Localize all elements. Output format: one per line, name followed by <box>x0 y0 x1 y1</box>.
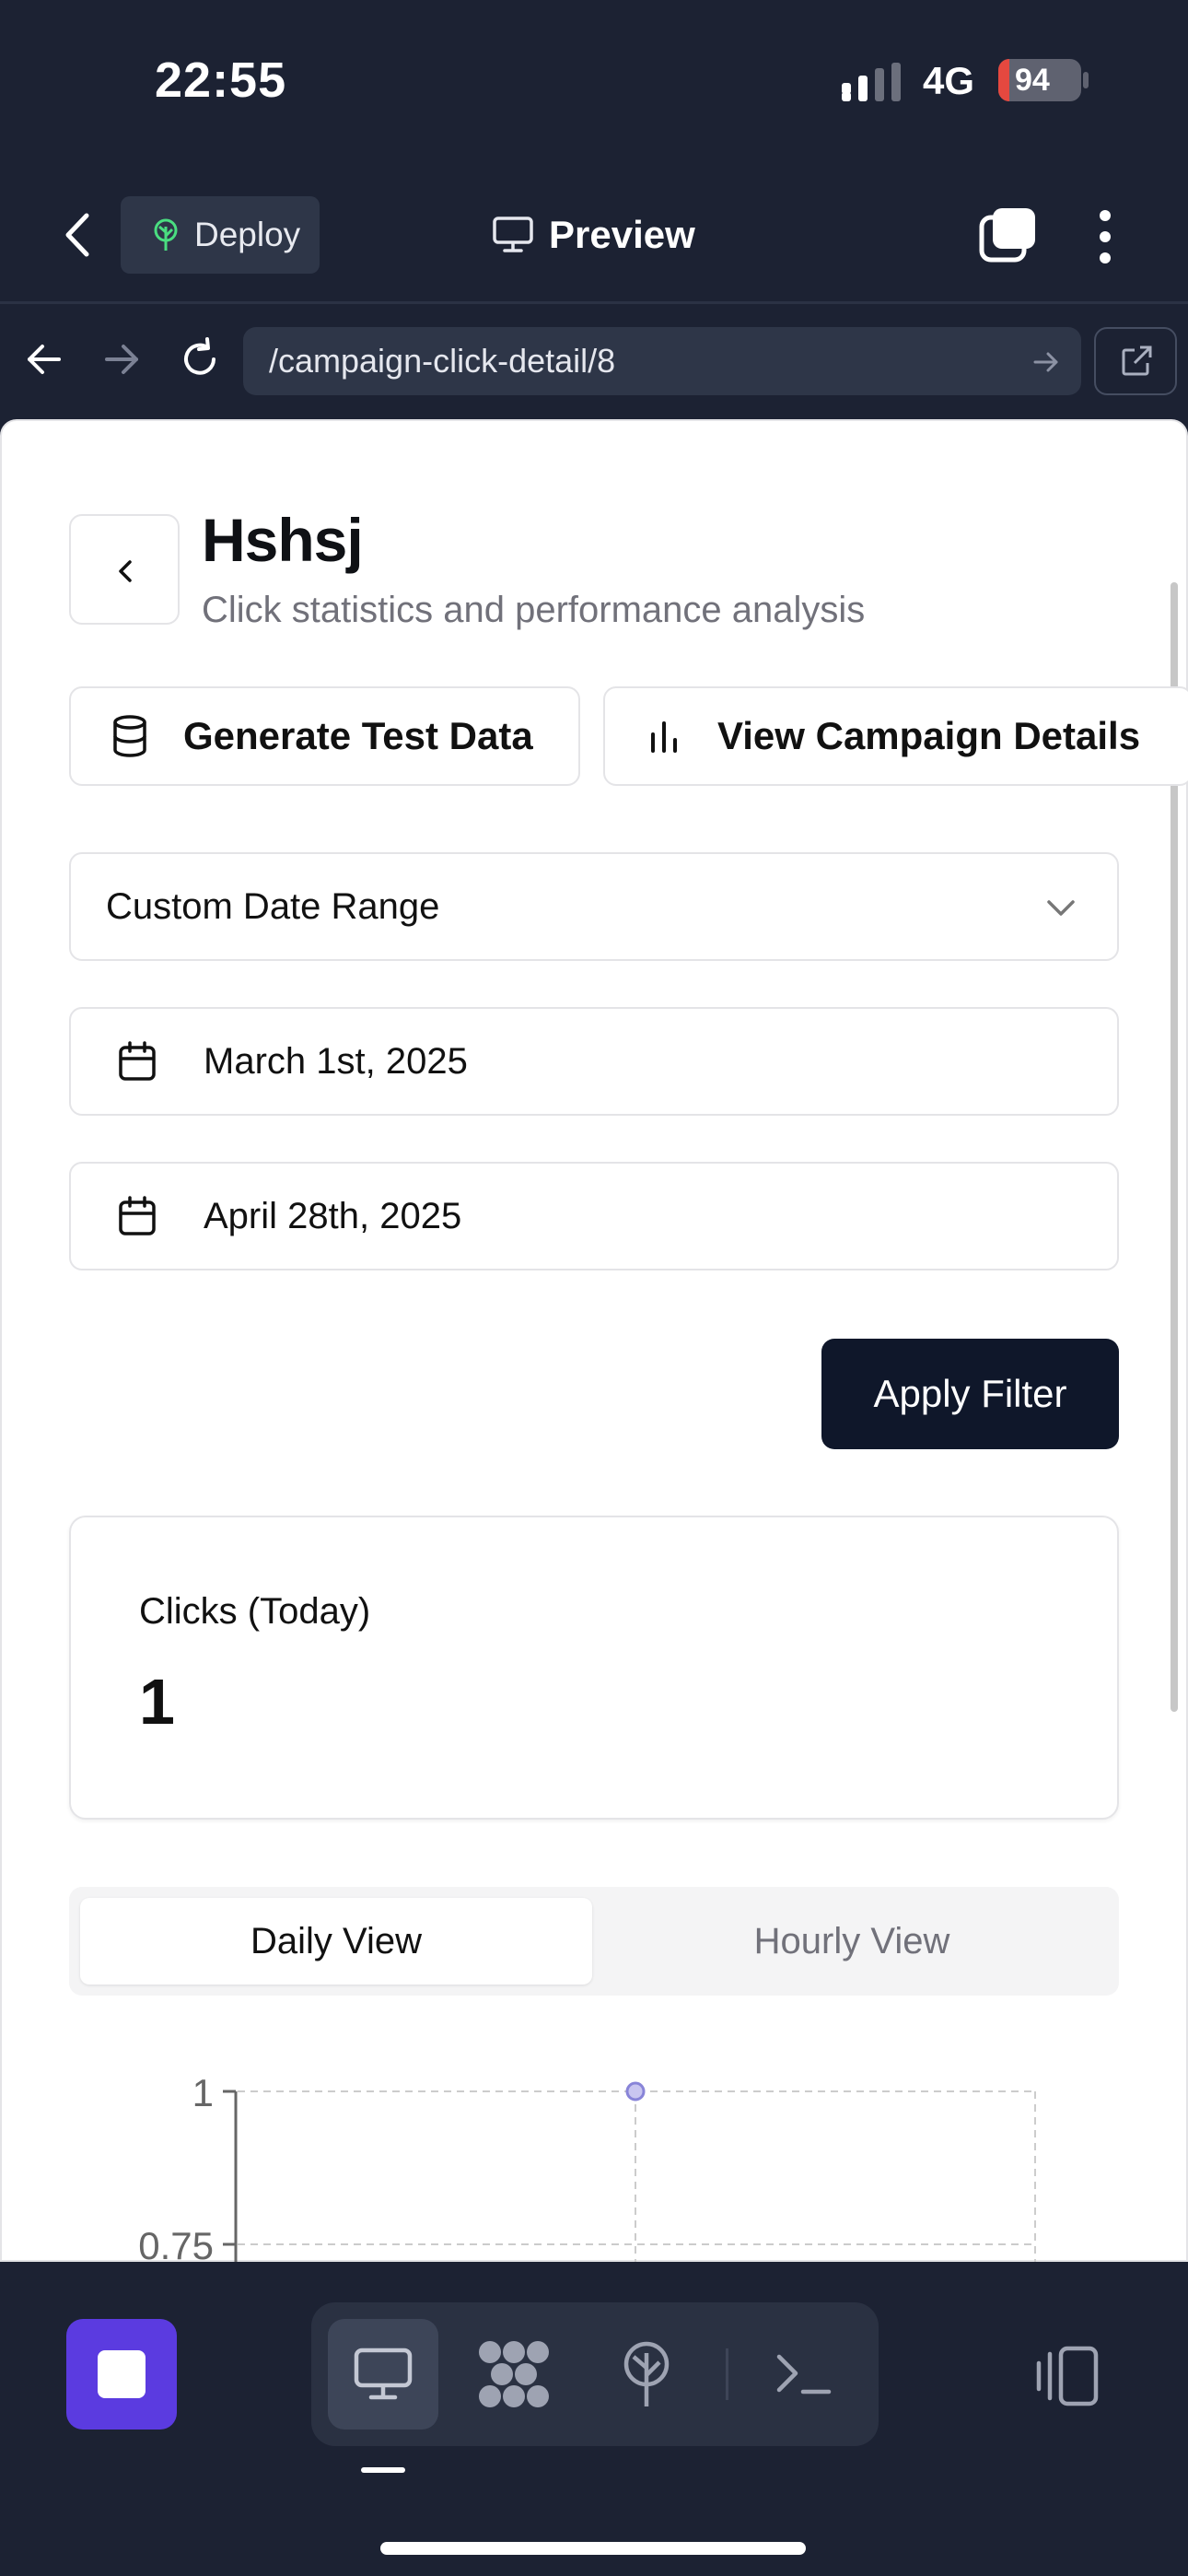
tool-preview[interactable] <box>328 2319 438 2430</box>
browser-forward-icon[interactable] <box>98 336 144 382</box>
tab-daily-view[interactable]: Daily View <box>80 1898 592 1985</box>
external-link-icon <box>1122 345 1152 376</box>
url-go-arrow-icon[interactable] <box>1031 347 1061 377</box>
tool-separator <box>726 2348 728 2400</box>
generate-test-data-label: Generate Test Data <box>183 714 533 757</box>
stat-value: 1 <box>139 1666 175 1738</box>
apply-filter-button[interactable]: Apply Filter <box>821 1339 1119 1449</box>
date-range-select[interactable]: Custom Date Range <box>69 852 1119 961</box>
battery-icon: 94 <box>998 59 1081 101</box>
bar-chart-icon <box>651 721 677 753</box>
monitor-icon <box>493 217 533 252</box>
database-icon <box>113 715 146 757</box>
preview-title: Preview <box>492 203 695 267</box>
battery-level: 94 <box>1015 63 1050 98</box>
page-title: Hshsj <box>202 506 364 574</box>
back-chevron-icon[interactable] <box>57 205 98 265</box>
app-header: Deploy Preview <box>0 166 1188 304</box>
terminal-icon <box>776 2354 832 2395</box>
page-back-button[interactable] <box>69 514 180 625</box>
browser-bar: /campaign-click-detail/8 <box>0 307 1188 416</box>
device-toggle-icon[interactable] <box>1030 2339 1103 2413</box>
monitor-icon <box>354 2348 413 2400</box>
stop-square-icon <box>98 2350 146 2398</box>
preview-label: Preview <box>549 213 695 256</box>
start-date-picker[interactable]: March 1st, 2025 <box>69 1007 1119 1116</box>
network-type: 4G <box>923 59 975 102</box>
tool-components[interactable] <box>459 2319 569 2430</box>
grid-dots-icon <box>479 2341 549 2407</box>
start-date-value: March 1st, 2025 <box>204 1040 468 1082</box>
date-range-select-value: Custom Date Range <box>106 885 440 927</box>
y-tick-label-1: 1 <box>192 2071 214 2114</box>
deploy-tree-icon <box>623 2341 670 2406</box>
end-date-value: April 28th, 2025 <box>204 1195 462 1236</box>
open-external-button[interactable] <box>1094 327 1177 395</box>
reload-icon[interactable] <box>177 336 223 382</box>
deploy-tree-icon <box>154 218 178 251</box>
cellular-signal-icon <box>842 63 901 101</box>
tabs-switcher-icon[interactable] <box>978 206 1037 263</box>
view-campaign-details-button[interactable]: View Campaign Details <box>603 686 1188 786</box>
active-tool-indicator <box>361 2467 405 2473</box>
clicks-chart: 1 0.75 <box>138 2071 1036 2263</box>
page-subtitle: Click statistics and performance analysi… <box>202 590 866 630</box>
stat-label: Clicks (Today) <box>139 1591 371 1632</box>
deploy-button[interactable]: Deploy <box>121 196 320 274</box>
deploy-label: Deploy <box>194 216 301 253</box>
url-text: /campaign-click-detail/8 <box>269 342 616 380</box>
status-time: 22:55 <box>155 53 287 108</box>
status-bar: 22:55 4G 94 <box>0 0 1188 166</box>
tool-terminal[interactable] <box>748 2319 858 2430</box>
calendar-icon <box>119 1196 156 1235</box>
chevron-left-icon <box>119 560 132 582</box>
more-options-icon[interactable] <box>1085 206 1125 267</box>
view-tabs: Daily View Hourly View <box>69 1887 1119 1996</box>
chevron-down-icon <box>1047 900 1075 916</box>
clicks-stat-card: Clicks (Today) 1 <box>69 1516 1119 1820</box>
view-campaign-details-label: View Campaign Details <box>717 714 1141 757</box>
home-indicator <box>380 2542 806 2555</box>
tool-deploy[interactable] <box>591 2319 702 2430</box>
bottom-toolbar <box>0 2262 1188 2576</box>
browser-back-icon[interactable] <box>22 336 68 382</box>
tab-hourly-view[interactable]: Hourly View <box>596 1898 1108 1985</box>
data-point <box>625 2081 646 2102</box>
calendar-icon <box>119 1041 156 1081</box>
battery-nub <box>1083 72 1089 88</box>
y-tick-label-075: 0.75 <box>138 2224 214 2263</box>
tool-group <box>311 2302 879 2446</box>
stop-button[interactable] <box>66 2319 177 2430</box>
generate-test-data-button[interactable]: Generate Test Data <box>69 686 580 786</box>
url-bar[interactable]: /campaign-click-detail/8 <box>243 327 1081 395</box>
end-date-picker[interactable]: April 28th, 2025 <box>69 1162 1119 1270</box>
